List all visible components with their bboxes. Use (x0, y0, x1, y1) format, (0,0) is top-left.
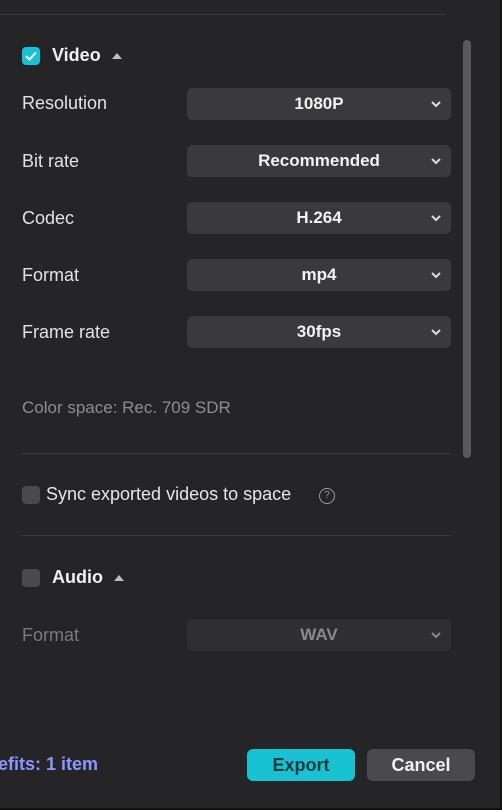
format-select[interactable]: mp4 (187, 259, 451, 291)
bit-rate-value: Recommended (258, 151, 380, 170)
audio-format-value: WAV (300, 625, 338, 644)
frame-rate-select[interactable]: 30fps (187, 316, 451, 348)
video-checkbox[interactable] (22, 47, 40, 65)
resolution-select[interactable]: 1080P (187, 88, 451, 120)
frame-rate-value: 30fps (296, 322, 342, 341)
audio-section-title[interactable]: Audio (52, 567, 103, 588)
resolution-value: 1080P (294, 94, 344, 113)
scrollbar-thumb[interactable] (463, 40, 471, 458)
sync-label[interactable]: Sync exported videos to space (46, 484, 291, 505)
format-value: mp4 (301, 265, 337, 284)
audio-format-select[interactable]: WAV (187, 619, 451, 651)
help-icon[interactable]: ? (319, 488, 335, 504)
chevron-down-icon (431, 632, 441, 639)
codec-label: Codec (22, 208, 75, 228)
bit-rate-select[interactable]: Recommended (187, 145, 451, 177)
chevron-down-icon (431, 272, 441, 279)
chevron-down-icon (431, 101, 441, 108)
audio-checkbox[interactable] (22, 569, 40, 587)
frame-rate-label: Frame rate (22, 322, 111, 342)
check-icon (25, 51, 37, 61)
chevron-down-icon (431, 158, 441, 165)
format-label: Format (22, 265, 80, 285)
codec-value: H.264 (296, 208, 342, 227)
resolution-label: Resolution (22, 93, 108, 113)
caret-up-icon[interactable] (112, 53, 122, 59)
audio-format-label: Format (22, 625, 80, 645)
bit-rate-label: Bit rate (22, 151, 80, 171)
color-space-note: Color space: Rec. 709 SDR (22, 398, 231, 417)
top-divider (0, 14, 446, 15)
export-button[interactable]: Export (247, 749, 355, 781)
sync-checkbox[interactable] (22, 486, 40, 504)
export-settings-panel: Video Resolution 1080P Bit rate Recommen… (0, 0, 502, 810)
cancel-button[interactable]: Cancel (367, 749, 475, 781)
video-section-title[interactable]: Video (52, 45, 101, 66)
codec-select[interactable]: H.264 (187, 202, 451, 234)
caret-up-icon[interactable] (114, 575, 124, 581)
benefits-link[interactable]: efits: 1 item (0, 754, 98, 775)
chevron-down-icon (431, 215, 441, 222)
chevron-down-icon (431, 329, 441, 336)
section-divider (22, 535, 450, 536)
section-divider (22, 453, 450, 454)
